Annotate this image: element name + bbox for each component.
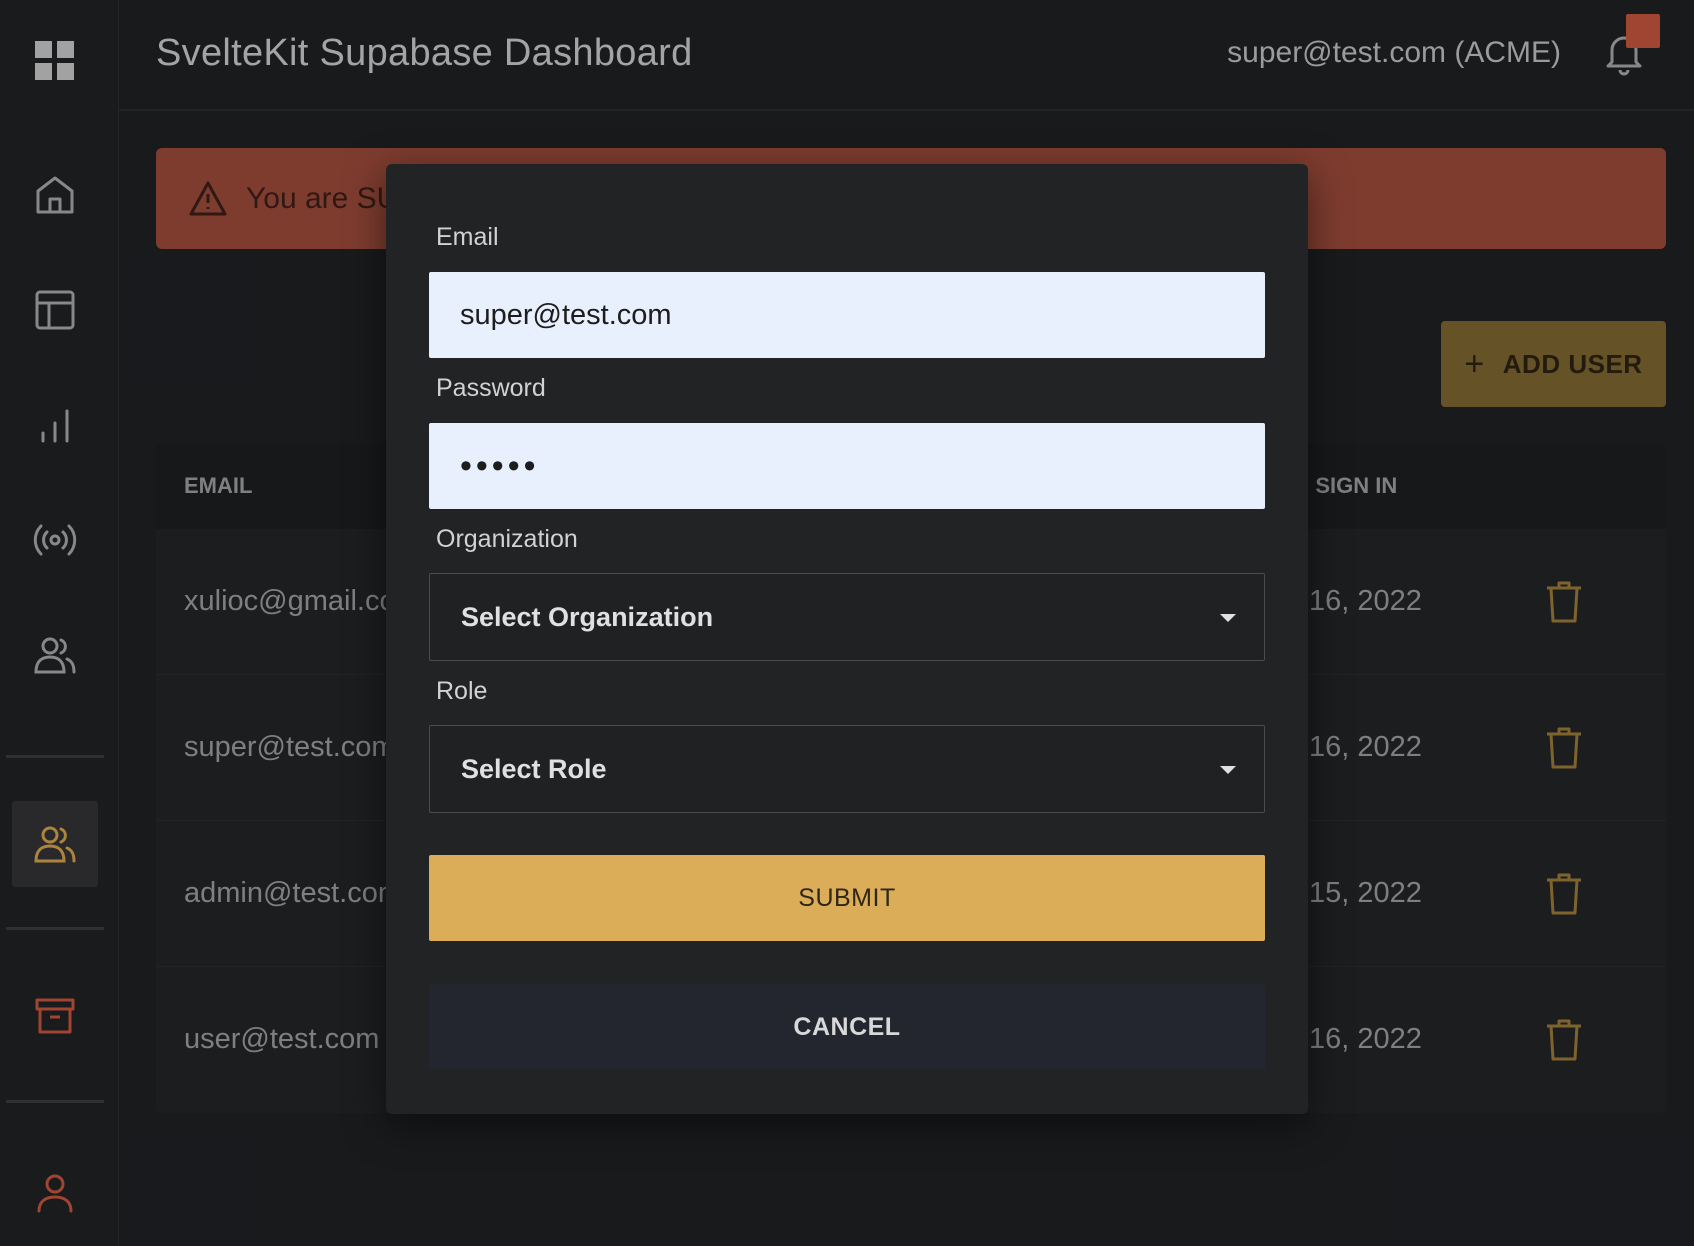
role-label: Role <box>436 677 488 705</box>
chevron-down-icon <box>1220 614 1236 622</box>
submit-button[interactable]: SUBMIT <box>429 855 1265 941</box>
password-field[interactable]: ••••• <box>429 423 1265 509</box>
cancel-button[interactable]: CANCEL <box>429 984 1265 1070</box>
add-user-modal: Email super@test.com Password ••••• Orga… <box>386 164 1308 1114</box>
app: SvelteKit Supabase Dashboard super@test.… <box>0 0 1694 1246</box>
email-label: Email <box>436 223 499 251</box>
organization-label: Organization <box>436 525 578 553</box>
email-field[interactable]: super@test.com <box>429 272 1265 358</box>
organization-select[interactable]: Select Organization <box>429 573 1265 661</box>
role-select-value: Select Role <box>461 753 607 784</box>
role-select[interactable]: Select Role <box>429 725 1265 813</box>
chevron-down-icon <box>1220 766 1236 774</box>
password-label: Password <box>436 374 546 402</box>
organization-select-value: Select Organization <box>461 601 714 632</box>
